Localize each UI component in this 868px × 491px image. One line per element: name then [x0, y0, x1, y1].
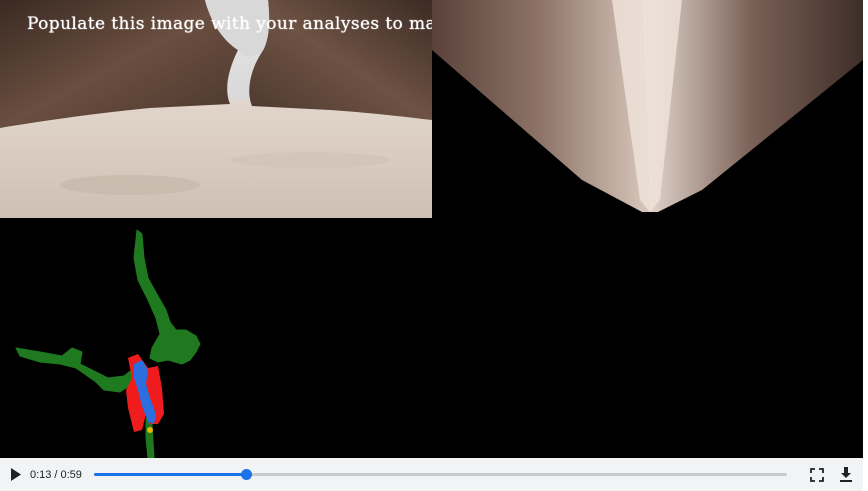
seek-progress	[93, 473, 247, 476]
duration: 0:59	[60, 468, 82, 481]
camera-view-panel: Populate this image with your analyses t…	[0, 0, 432, 218]
fullscreen-icon	[810, 467, 824, 482]
rock-marker	[147, 427, 153, 433]
warped-image	[432, 0, 863, 218]
play-button[interactable]	[6, 465, 26, 485]
worldmap-image	[0, 218, 432, 458]
download-button[interactable]	[838, 467, 854, 483]
worldmap-panel	[0, 218, 432, 458]
seek-handle[interactable]	[241, 469, 253, 480]
play-icon	[11, 468, 21, 481]
fullscreen-button[interactable]	[809, 467, 825, 483]
overlay-caption: Populate this image with your analyses t…	[27, 14, 432, 34]
seek-bar[interactable]	[93, 469, 787, 480]
download-icon	[839, 467, 852, 482]
video-frame[interactable]: Populate this image with your analyses t…	[0, 0, 863, 458]
current-time: 0:13	[30, 468, 52, 481]
time-display: 0:13/0:59	[30, 469, 82, 481]
player-controls: 0:13/0:59	[0, 458, 863, 491]
warped-view-panel	[432, 0, 863, 218]
video-player[interactable]: Populate this image with your analyses t…	[0, 0, 868, 491]
